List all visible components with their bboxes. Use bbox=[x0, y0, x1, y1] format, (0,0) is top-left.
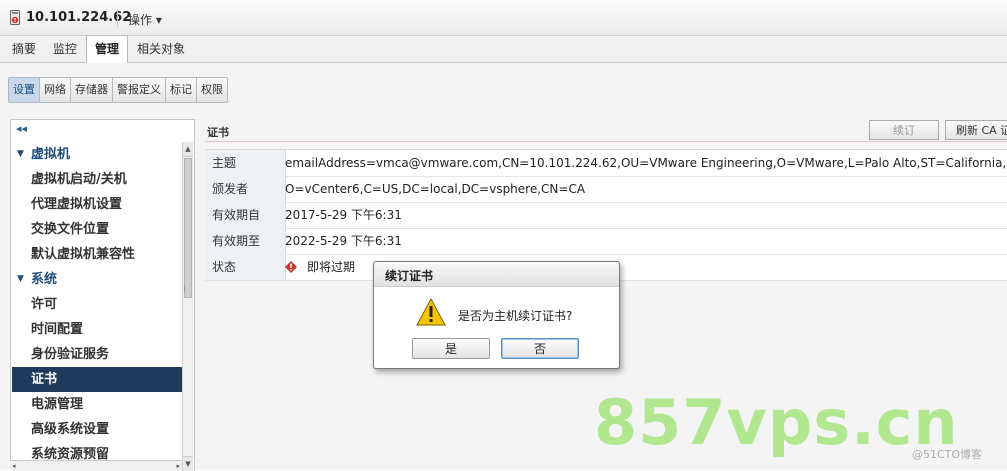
property-row: 有效期至 2022-5-29 下午6:31 bbox=[205, 228, 1007, 255]
refresh-ca-button[interactable]: 刷新 CA 证 bbox=[945, 120, 1007, 140]
settings-nav-list: ▼ 虚拟机 虚拟机启动/关机 代理虚拟机设置 交换文件位置 默认虚拟机兼容性 ▼ 系… bbox=[12, 142, 182, 471]
property-value-status: 即将过期 bbox=[285, 254, 355, 280]
nav-item-label: 身份验证服务 bbox=[31, 347, 110, 362]
nav-item-authentication-services[interactable]: 身份验证服务 bbox=[12, 342, 182, 367]
renew-certificate-dialog: 续订证书 是否为主机续订证书? 是 否 bbox=[373, 261, 620, 369]
nav-section-system[interactable]: ▼ 系统 bbox=[12, 267, 182, 292]
expand-arrow-icon: ▼ bbox=[17, 274, 24, 284]
nav-item-label: 代理虚拟机设置 bbox=[31, 197, 123, 212]
scroll-thumb[interactable] bbox=[184, 158, 192, 298]
subtab-storage[interactable]: 存储器 bbox=[71, 78, 113, 102]
host-icon bbox=[10, 10, 20, 25]
subtab-network[interactable]: 网络 bbox=[40, 78, 71, 102]
nav-item-power-management[interactable]: 电源管理 bbox=[12, 392, 182, 417]
nav-item-label: 默认虚拟机兼容性 bbox=[31, 247, 136, 262]
tab-related-objects[interactable]: 相关对象 bbox=[132, 36, 190, 61]
title-bar: 10.101.224.62 操作 ▾ bbox=[0, 0, 1007, 36]
splitter-grip-icon[interactable]: ⁝ bbox=[183, 285, 186, 295]
nav-item-vm-startup-shutdown[interactable]: 虚拟机启动/关机 bbox=[12, 167, 182, 192]
watermark-site: 857vps.cn bbox=[594, 386, 959, 459]
property-row: 有效期自 2017-5-29 下午6:31 bbox=[205, 202, 1007, 229]
nav-item-time-configuration[interactable]: 时间配置 bbox=[12, 317, 182, 342]
property-row: 主题 emailAddress=vmca@vmware.com,CN=10.10… bbox=[205, 150, 1007, 177]
nav-item-label: 电源管理 bbox=[31, 397, 84, 412]
yes-button[interactable]: 是 bbox=[412, 338, 490, 359]
collapse-sidebar-icon[interactable]: ◂◂ bbox=[16, 122, 27, 135]
tab-summary[interactable]: 摘要 bbox=[4, 36, 44, 61]
section-header: 证书 续订 刷新 CA 证 bbox=[205, 119, 1007, 142]
property-value: emailAddress=vmca@vmware.com,CN=10.101.2… bbox=[285, 156, 1007, 170]
nav-item-advanced-system-settings[interactable]: 高级系统设置 bbox=[12, 417, 182, 442]
property-value: 2022-5-29 下午6:31 bbox=[285, 234, 402, 248]
nav-item-licensing[interactable]: 许可 bbox=[12, 292, 182, 317]
subtab-settings[interactable]: 设置 bbox=[9, 78, 40, 102]
dialog-message: 是否为主机续订证书? bbox=[458, 309, 573, 323]
dialog-title-bar: 续订证书 bbox=[374, 262, 619, 287]
renew-button[interactable]: 续订 bbox=[869, 120, 939, 140]
status-text: 即将过期 bbox=[307, 260, 356, 274]
actions-menu[interactable]: 操作 ▾ bbox=[128, 11, 162, 28]
nav-item-label: 时间配置 bbox=[31, 322, 84, 337]
nav-item-label: 交换文件位置 bbox=[31, 222, 110, 237]
property-label: 状态 bbox=[205, 254, 286, 280]
scroll-down-icon[interactable]: ▼ bbox=[183, 456, 193, 471]
dialog-title: 续订证书 bbox=[385, 269, 434, 283]
nav-item-label: 高级系统设置 bbox=[31, 422, 110, 437]
tab-bar: 摘要 监控 管理 相关对象 bbox=[0, 35, 1007, 63]
nav-item-label: 证书 bbox=[31, 372, 58, 387]
property-value: 2017-5-29 下午6:31 bbox=[285, 208, 402, 222]
property-value: O=vCenter6,C=US,DC=local,DC=vsphere,CN=C… bbox=[285, 182, 586, 196]
section-title: 证书 bbox=[207, 126, 229, 139]
property-label: 主题 bbox=[205, 150, 286, 176]
no-button[interactable]: 否 bbox=[501, 338, 579, 359]
nav-item-swap-file-location[interactable]: 交换文件位置 bbox=[12, 217, 182, 242]
expand-arrow-icon: ▼ bbox=[17, 149, 24, 159]
nav-section-label: 虚拟机 bbox=[31, 147, 71, 162]
nav-section-vm[interactable]: ▼ 虚拟机 bbox=[12, 142, 182, 167]
tab-monitor[interactable]: 监控 bbox=[46, 36, 84, 61]
property-label: 有效期自 bbox=[205, 202, 286, 228]
property-label: 有效期至 bbox=[205, 228, 286, 254]
scroll-up-icon[interactable]: ▲ bbox=[183, 142, 193, 157]
subtab-permissions[interactable]: 权限 bbox=[197, 78, 227, 102]
expiring-warning-icon bbox=[285, 261, 297, 273]
subtab-tags[interactable]: 标记 bbox=[166, 78, 197, 102]
property-row: 颁发者 O=vCenter6,C=US,DC=local,DC=vsphere,… bbox=[205, 176, 1007, 203]
subtab-group: 设置 网络 存储器 警报定义 标记 权限 bbox=[8, 77, 228, 103]
warning-icon bbox=[416, 298, 446, 326]
property-label: 颁发者 bbox=[205, 176, 286, 202]
nav-item-default-vm-compatibility[interactable]: 默认虚拟机兼容性 bbox=[12, 242, 182, 267]
subtab-alarm-definitions[interactable]: 警报定义 bbox=[113, 78, 166, 102]
sidebar-horizontal-scrollbar[interactable]: ◂ ▸ bbox=[10, 460, 182, 471]
sidebar-vertical-scrollbar[interactable]: ▲ ▼ bbox=[182, 142, 193, 471]
title-separator bbox=[117, 9, 118, 27]
nav-item-certificate[interactable]: 证书 bbox=[12, 367, 182, 392]
host-name: 10.101.224.62 bbox=[26, 10, 132, 25]
nav-item-agent-vm-settings[interactable]: 代理虚拟机设置 bbox=[12, 192, 182, 217]
watermark-blog: @51CTO博客 bbox=[912, 448, 983, 461]
tab-manage[interactable]: 管理 bbox=[86, 35, 128, 63]
nav-item-label: 许可 bbox=[31, 297, 58, 312]
nav-section-label: 系统 bbox=[31, 272, 58, 287]
settings-sidebar: ◂◂ ▼ 虚拟机 虚拟机启动/关机 代理虚拟机设置 交换文件位置 默认虚拟机兼容性… bbox=[10, 119, 195, 471]
nav-item-label: 虚拟机启动/关机 bbox=[31, 172, 127, 187]
